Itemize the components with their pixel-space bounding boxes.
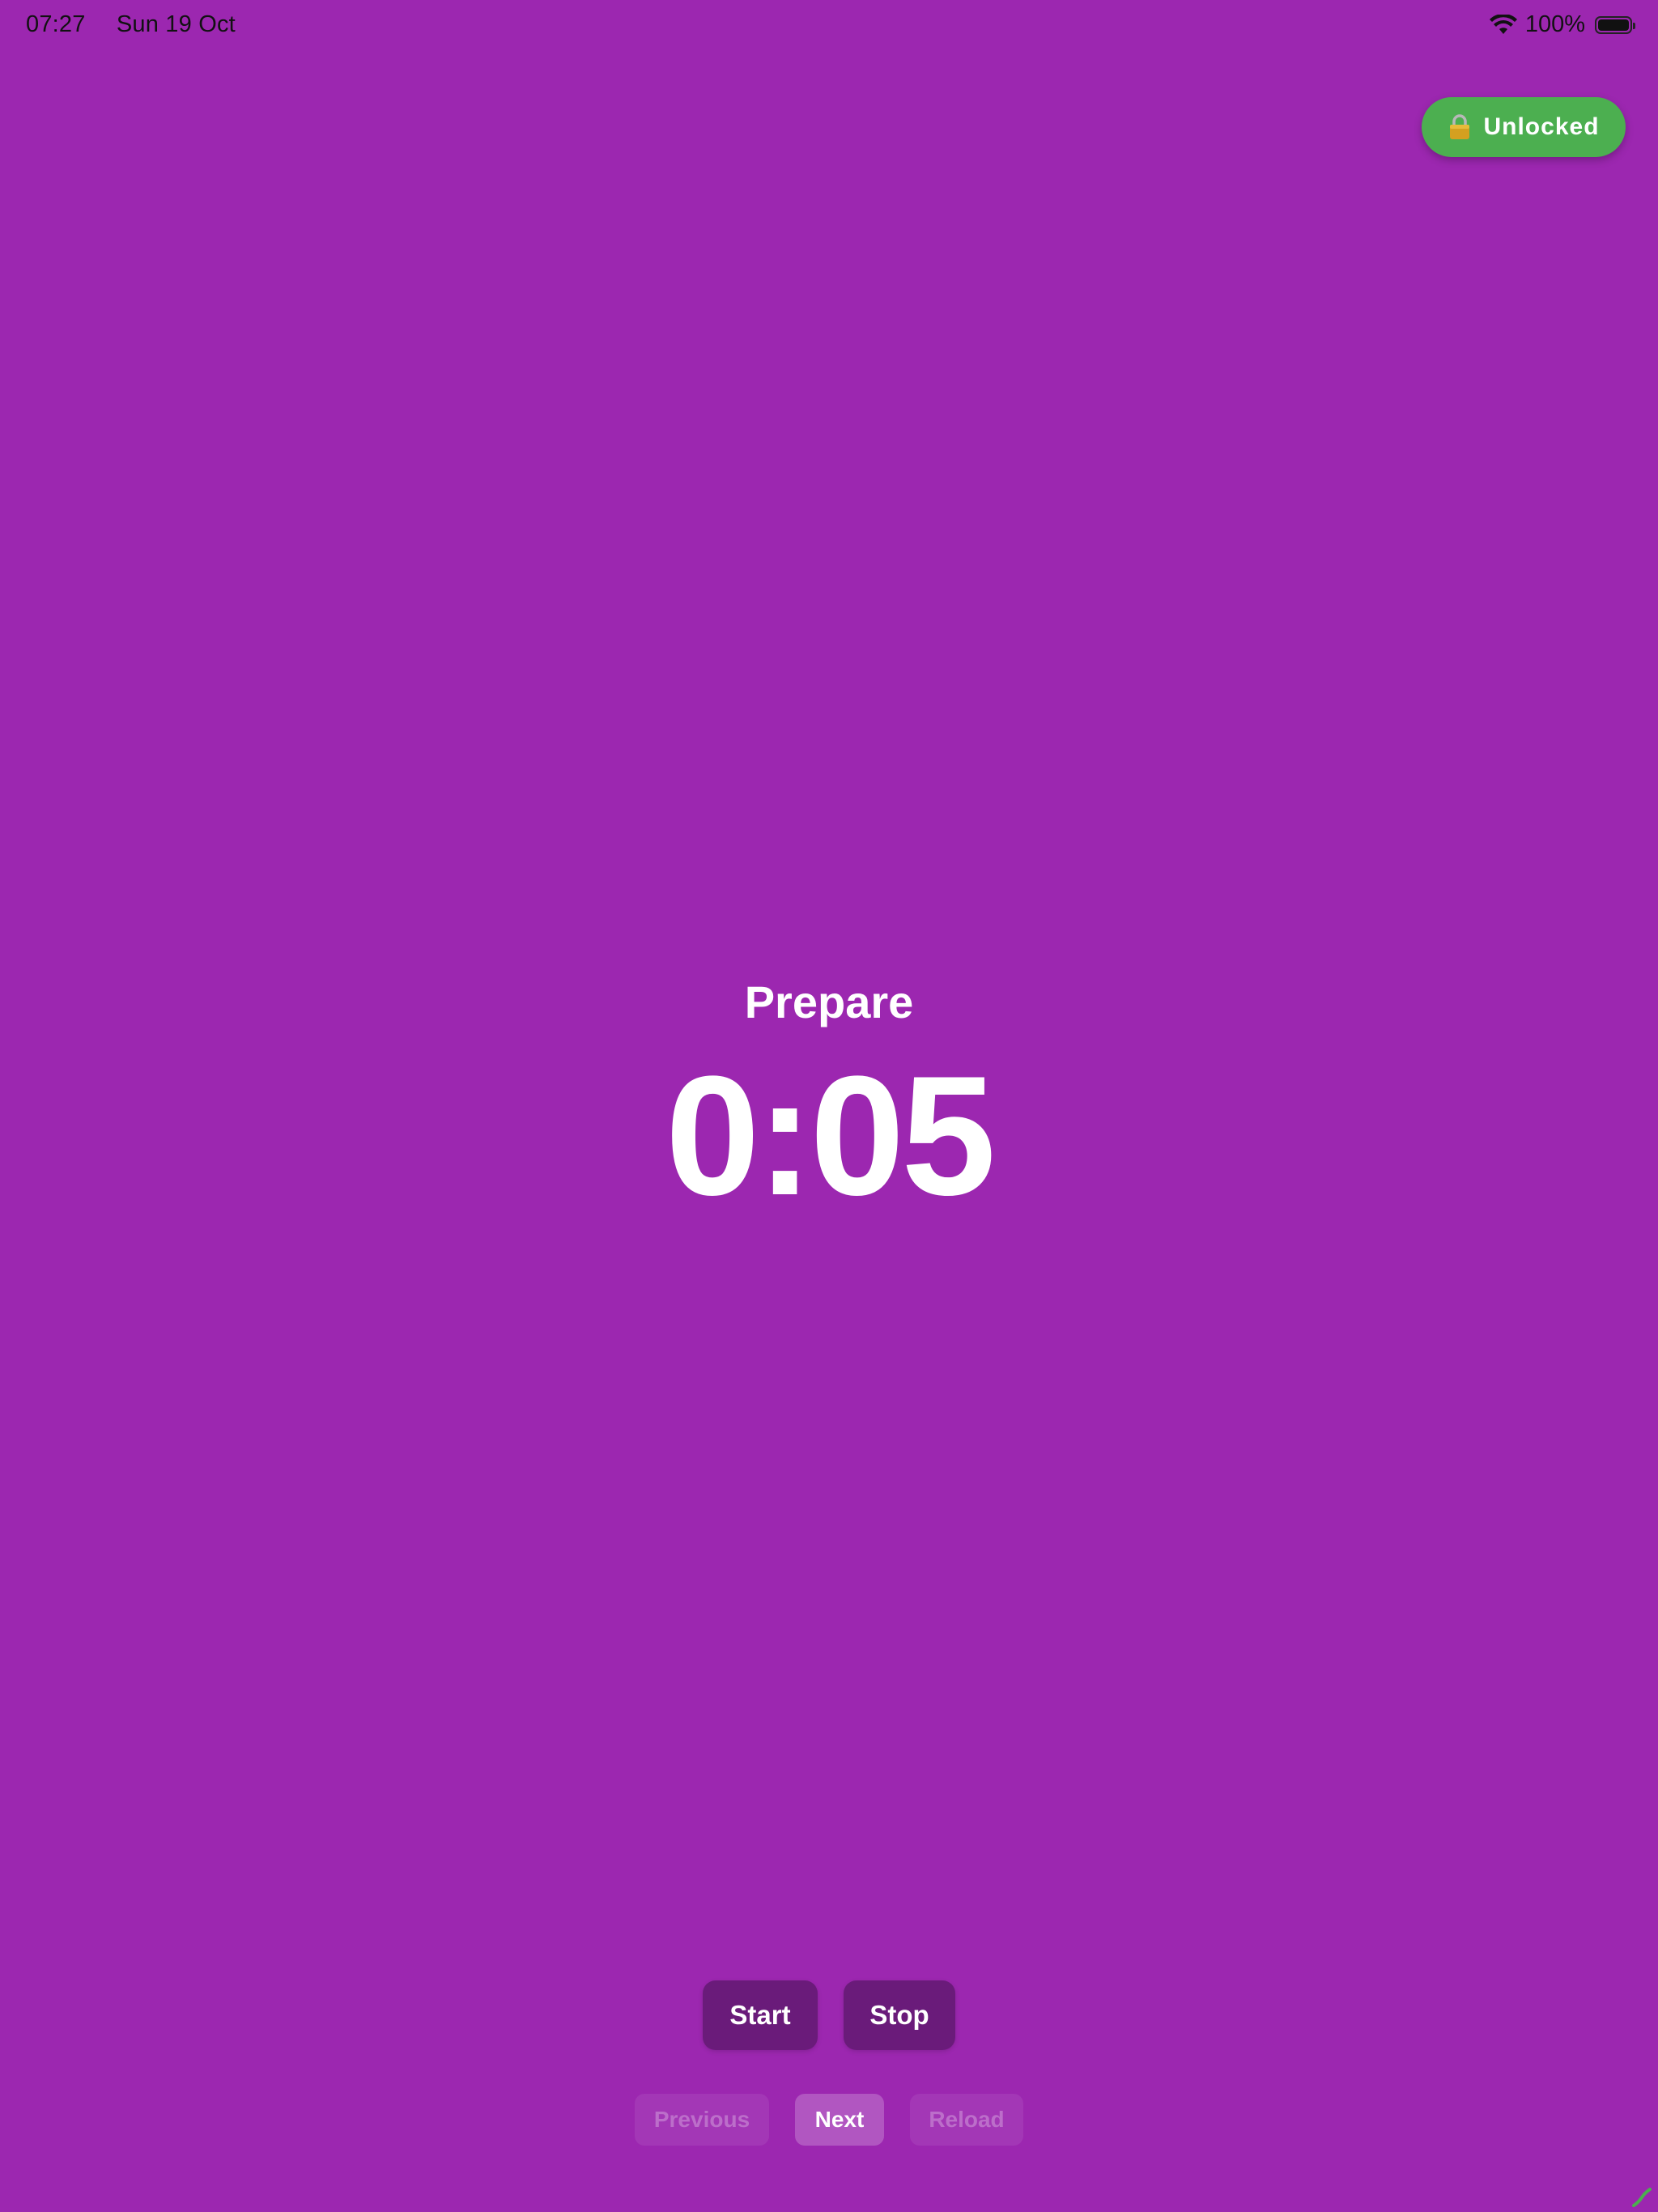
control-row: Start Stop: [0, 1980, 1658, 2050]
stop-button[interactable]: Stop: [844, 1980, 955, 2050]
phase-label: Prepare: [744, 976, 914, 1027]
resize-handle-icon: [1632, 2188, 1652, 2207]
wifi-icon: [1489, 14, 1517, 34]
timer-display: 0:05: [665, 1040, 996, 1231]
status-right: 100%: [1489, 11, 1635, 38]
status-bar: 07:27 Sun 19 Oct 100%: [0, 0, 1658, 52]
status-time: 07:27: [26, 11, 86, 37]
unlock-label: Unlocked: [1483, 113, 1600, 140]
reload-button[interactable]: Reload: [910, 2094, 1023, 2146]
previous-button[interactable]: Previous: [635, 2094, 769, 2146]
battery-icon: [1595, 15, 1635, 34]
navigation-row: Previous Next Reload: [0, 2094, 1658, 2146]
unlock-toggle-button[interactable]: Unlocked: [1422, 97, 1626, 157]
battery-percent: 100%: [1524, 11, 1585, 37]
next-button[interactable]: Next: [795, 2094, 884, 2146]
lock-icon: [1450, 114, 1470, 139]
status-date: Sun 19 Oct: [116, 11, 236, 37]
status-left: 07:27 Sun 19 Oct: [26, 11, 236, 38]
start-button[interactable]: Start: [703, 1980, 818, 2050]
